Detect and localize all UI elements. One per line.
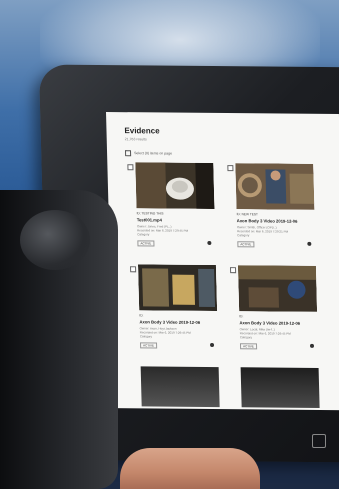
status-badge: ACTIVE [237, 241, 255, 248]
card-checkbox[interactable] [227, 165, 234, 172]
select-all-checkbox[interactable] [124, 150, 132, 157]
card-menu-icon[interactable] [207, 240, 212, 245]
select-all-row[interactable]: Select (0) items on page [124, 150, 173, 157]
windows-button-icon [312, 434, 326, 448]
video-thumbnail[interactable] [140, 366, 220, 408]
card-id: ID: [239, 314, 244, 319]
card-category: Category [239, 335, 253, 340]
video-thumbnail[interactable] [235, 163, 315, 210]
status-badge: ACTIVE [137, 240, 155, 247]
video-thumbnail[interactable] [135, 162, 215, 209]
fingers [120, 448, 260, 489]
card-menu-icon[interactable] [209, 342, 215, 348]
video-thumbnail[interactable] [240, 367, 320, 408]
evidence-card[interactable]: ID: TESTING THIS Test001.mp4 Owner: Jone… [127, 162, 215, 259]
card-checkbox[interactable] [130, 266, 137, 273]
card-name[interactable]: Test001.mp4 [137, 217, 162, 222]
page-title: Evidence [124, 126, 160, 136]
evidence-card[interactable]: ID: Axon Body 3 Video 2019-12-06 Owner: … [229, 265, 318, 362]
card-checkbox[interactable] [127, 164, 134, 171]
select-all-label: Select (0) items on page [134, 151, 173, 156]
video-thumbnail[interactable] [137, 264, 218, 312]
glove-highlight [20, 210, 90, 270]
card-menu-icon[interactable] [307, 241, 312, 246]
evidence-card[interactable]: ID: Axon Body 3 Video 2019-12-06 Owner: … [130, 264, 218, 361]
video-thumbnail[interactable] [237, 265, 318, 312]
card-name[interactable]: Axon Body 3 Video 2019-12-06 [139, 319, 200, 325]
tablet-screen: Evidence 21,763 results Select (0) items… [106, 112, 339, 411]
card-name[interactable]: Axon Body 3 Video 2019-12-06 [237, 218, 298, 224]
card-id: ID: [139, 313, 144, 318]
status-badge: ACTIVE [140, 342, 158, 349]
card-category: Category [139, 334, 153, 339]
results-count: 21,763 results [124, 137, 147, 142]
card-name[interactable]: Axon Body 3 Video 2019-12-06 [239, 320, 300, 326]
card-menu-icon[interactable] [309, 343, 315, 348]
card-category: Category [237, 233, 250, 238]
status-badge: ACTIVE [239, 343, 257, 350]
card-category: Category [137, 232, 150, 237]
card-checkbox[interactable] [229, 267, 237, 274]
card-id: ID: NEW TEST [236, 212, 259, 217]
evidence-card[interactable]: ID: NEW TEST Axon Body 3 Video 2019-12-0… [227, 163, 315, 260]
card-id: ID: TESTING THIS [136, 211, 164, 216]
